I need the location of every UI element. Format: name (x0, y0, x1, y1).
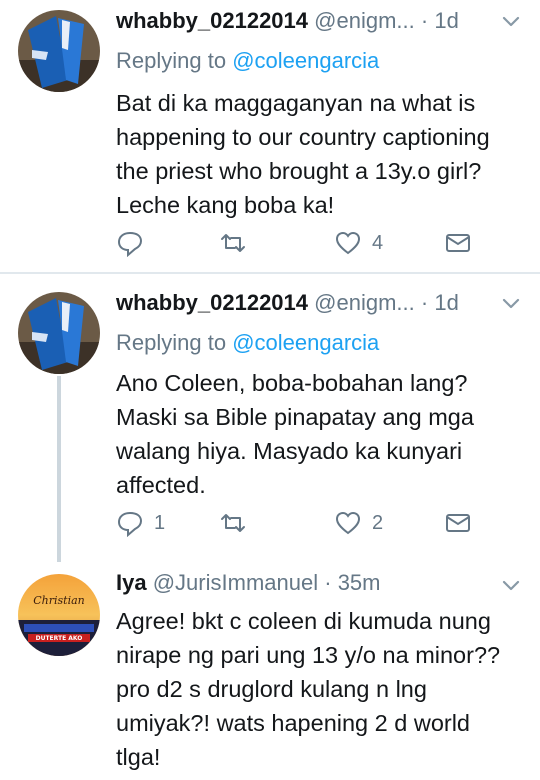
direct-message-button[interactable] (444, 228, 472, 258)
display-name[interactable]: whabby_02122014 (116, 8, 308, 33)
heart-icon (335, 511, 361, 535)
tweet-actions: 1 2 (116, 508, 516, 538)
reply-icon (117, 231, 143, 257)
tweet-header: whabby_02122014 @enigm... · 1d (116, 8, 459, 34)
tweet-text-line: Bat di ka maggaganyan na what is (116, 90, 476, 116)
timestamp[interactable]: 35m (338, 570, 381, 595)
tweet-text-line: the priest who brought a 13y.o girl? (116, 158, 482, 184)
separator-dot: · (324, 570, 332, 595)
timestamp[interactable]: 1d (434, 290, 458, 315)
tweet-text-line: pro d2 s druglord kulang n lng (116, 676, 427, 702)
tweet-text-line: happening to our country captioning (116, 124, 490, 150)
tweet-text-line: tlga! (116, 744, 161, 770)
tweet-header: Iya @JurisImmanuel · 35m (116, 570, 380, 596)
display-name[interactable]: Iya (116, 570, 147, 595)
tweet-text-line: Agree! bkt c coleen di kumuda nung (116, 608, 491, 634)
avatar-label: Christian (33, 594, 85, 607)
tweet-1[interactable]: whabby_02122014 @enigm... · 1d Replying … (0, 0, 540, 272)
direct-message-button[interactable] (444, 508, 472, 538)
thread-connector-line (57, 376, 61, 562)
tweet-text: Ano Coleen, boba-bobahan lang? Maski sa … (116, 366, 526, 502)
tweet-text-line: umiyak?! wats hapening 2 d world (116, 710, 471, 736)
envelope-icon (446, 234, 470, 252)
tweet-text: Agree! bkt c coleen di kumuda nung nirap… (116, 604, 526, 774)
tweet-divider (0, 272, 540, 274)
user-handle[interactable]: @enigm... (314, 8, 415, 33)
tweet-text: Bat di ka maggaganyan na what is happeni… (116, 86, 526, 222)
separator-dot: · (420, 290, 429, 315)
user-handle[interactable]: @enigm... (314, 290, 415, 315)
user-handle[interactable]: @JurisImmanuel (153, 570, 318, 595)
tweet-2[interactable]: whabby_02122014 @enigm... · 1d Replying … (0, 282, 540, 552)
retweet-button[interactable] (219, 228, 257, 258)
avatar[interactable] (18, 292, 100, 374)
chevron-down-icon[interactable] (500, 578, 522, 594)
tweet-text-line: Leche kang boba ka! (116, 192, 335, 218)
separator-dot: · (420, 8, 429, 33)
display-name[interactable]: whabby_02122014 (116, 290, 308, 315)
like-count: 2 (372, 511, 384, 534)
tweet-3[interactable]: Christian DUTERTE AKO Iya @JurisImmanuel… (0, 560, 540, 780)
avatar[interactable]: Christian DUTERTE AKO (18, 574, 100, 656)
timestamp[interactable]: 1d (434, 8, 458, 33)
like-button[interactable]: 4 (334, 228, 383, 258)
tweet-text-line: Ano Coleen, boba-bobahan lang? (116, 370, 468, 396)
avatar-label: DUTERTE AKO (36, 635, 83, 642)
chevron-down-icon[interactable] (500, 14, 522, 30)
replying-to: Replying to @coleengarcia (116, 48, 379, 74)
replying-to: Replying to @coleengarcia (116, 330, 379, 356)
like-count: 4 (372, 231, 384, 254)
heart-icon (335, 231, 361, 255)
reply-button[interactable]: 1 (116, 508, 165, 538)
chevron-down-icon[interactable] (500, 296, 522, 312)
tweet-text-line: Maski sa Bible pinapatay ang mga (116, 404, 474, 430)
tweet-text-line: walang hiya. Masyado ka kunyari (116, 438, 463, 464)
envelope-icon (446, 514, 470, 532)
retweet-icon (221, 514, 245, 532)
replying-to-label: Replying to (116, 48, 227, 73)
replying-to-label: Replying to (116, 330, 227, 355)
reply-icon (117, 511, 143, 537)
tweet-header: whabby_02122014 @enigm... · 1d (116, 290, 459, 316)
tweet-text-line: affected. (116, 472, 206, 498)
tweet-actions: 4 (116, 228, 516, 258)
reply-count: 1 (154, 511, 166, 534)
retweet-icon (221, 234, 245, 252)
avatar[interactable] (18, 10, 100, 92)
reply-button[interactable] (116, 228, 154, 258)
mention-link[interactable]: @coleengarcia (232, 48, 379, 73)
tweet-text-line: nirape ng pari ung 13 y/o na minor?? (116, 642, 501, 668)
like-button[interactable]: 2 (334, 508, 383, 538)
mention-link[interactable]: @coleengarcia (232, 330, 379, 355)
retweet-button[interactable] (219, 508, 257, 538)
